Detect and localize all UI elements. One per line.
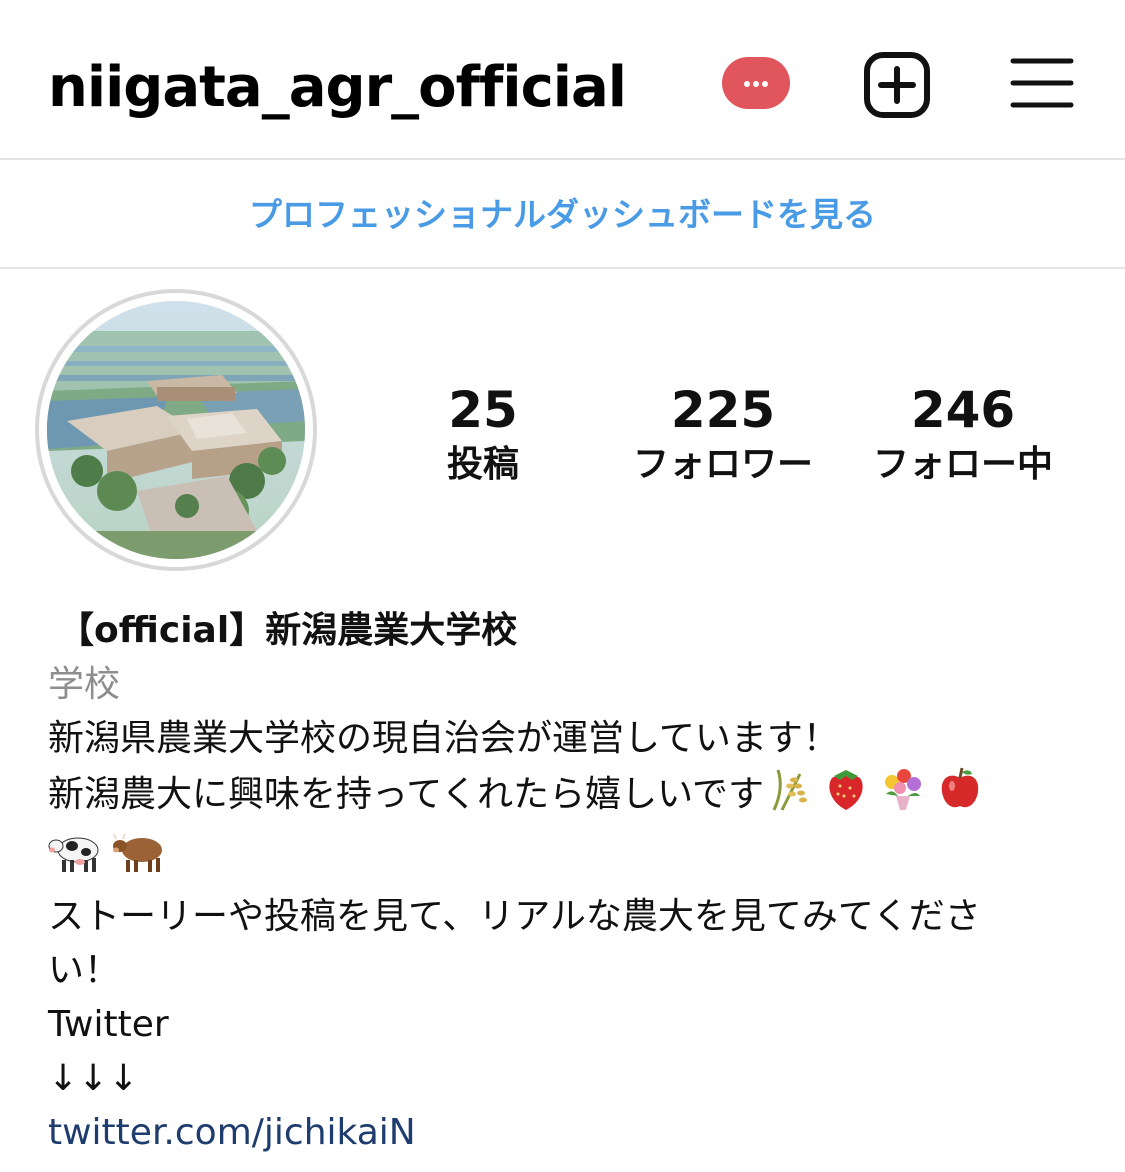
following-stat[interactable]: 246 フォロー中 (858, 380, 1068, 490)
bio-line: ↓↓↓ (48, 1058, 139, 1099)
bouquet-emoji (878, 766, 928, 828)
strawberry-emoji (822, 766, 870, 828)
category-label: 学校 (48, 664, 121, 705)
badge-dot (744, 81, 750, 87)
badge-dot (753, 81, 759, 87)
rice-icon (772, 769, 808, 811)
apple-icon (941, 767, 979, 808)
dashboard-divider (0, 267, 1125, 269)
bio-line: 新潟県農業大学校の現自治会が運営しています！ (48, 718, 839, 759)
username[interactable]: niigata_agr_official (48, 48, 627, 128)
add-post-button[interactable] (862, 50, 932, 120)
campus-aerial-photo (47, 301, 305, 559)
menu-button[interactable] (1010, 55, 1074, 111)
display-name: 【official】新潟農業大学校 (58, 610, 518, 651)
followers-label: フォロワー (632, 444, 813, 485)
rice-emoji (764, 766, 814, 828)
bio-emoji-line (48, 828, 1088, 890)
bio-line: ストーリーや投稿を見て、リアルな農大を見てみてくださ (48, 896, 981, 937)
bio-line: Twitter (48, 1004, 169, 1045)
posts-label: 投稿 (446, 444, 519, 485)
bio-website-link[interactable]: twitter.com/jichikaiN (48, 1106, 1088, 1160)
bio-line-with-emojis: 新潟農大に興味を持ってくれたら嬉しいです (48, 766, 1088, 828)
following-count: 246 (910, 381, 1016, 439)
posts-stat[interactable]: 25 投稿 (423, 380, 543, 490)
dairy-cow-emoji (48, 828, 104, 890)
header-divider (0, 158, 1125, 160)
followers-stat[interactable]: 225 フォロワー (618, 380, 828, 490)
following-label: フォロー中 (872, 444, 1053, 485)
professional-dashboard-link[interactable]: プロフェッショナルダッシュボードを見る (0, 162, 1125, 267)
profile-bio: 【official】新潟農業大学校 学校 新潟県農業大学校の現自治会が運営してい… (48, 604, 1088, 1160)
dairy-cow-icon (48, 837, 99, 872)
hamburger-menu-icon (1010, 58, 1074, 108)
profile-header: niigata_agr_official (0, 0, 1125, 160)
brown-cow-icon (113, 833, 162, 872)
brown-cow-emoji (112, 828, 168, 890)
posts-count: 25 (448, 381, 518, 439)
avatar[interactable] (47, 301, 305, 559)
bio-line: い！ (48, 950, 121, 991)
bouquet-icon (885, 769, 922, 810)
strawberry-icon (829, 770, 863, 810)
apple-emoji (936, 766, 984, 828)
bio-line-text: 新潟農大に興味を持ってくれたら嬉しいです (48, 774, 765, 815)
badge-dot (762, 81, 768, 87)
followers-count: 225 (670, 381, 776, 439)
add-post-icon (864, 52, 930, 118)
notification-badge[interactable] (722, 57, 790, 109)
